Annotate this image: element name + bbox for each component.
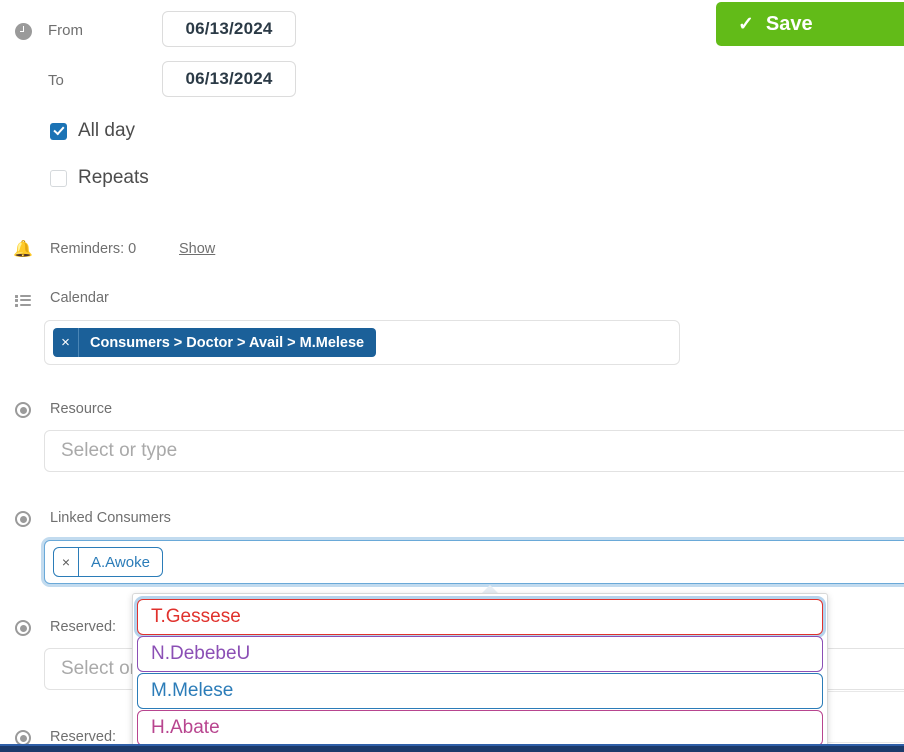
all-day-label: All day bbox=[78, 120, 136, 141]
dropdown-item-label: N.DebebeU bbox=[151, 643, 251, 664]
list-icon bbox=[12, 289, 34, 311]
save-button-label: Save bbox=[765, 12, 813, 35]
repeats-checkbox[interactable] bbox=[50, 169, 67, 187]
reminders-label: Reminders: 0 bbox=[50, 241, 137, 257]
bell-icon: 🔔 bbox=[13, 241, 33, 258]
linked-consumer-chip-label: A.Awoke bbox=[91, 553, 150, 571]
calendar-label: Calendar bbox=[50, 290, 109, 306]
calendar-chip-remove-icon[interactable]: × bbox=[53, 328, 79, 357]
calendar-field[interactable]: × Consumers > Doctor > Avail > M.Melese bbox=[44, 320, 680, 365]
row-divider bbox=[828, 691, 904, 692]
appointment-form-panel: ✓ Save From 06/13/2024 To 06/13/2024 All… bbox=[0, 0, 904, 752]
radio-icon-reserved-1 bbox=[12, 617, 34, 639]
resource-placeholder: Select or type bbox=[61, 440, 178, 461]
dropdown-item-label: M.Melese bbox=[151, 680, 234, 701]
to-label: To bbox=[48, 72, 64, 89]
calendar-chip-label: Consumers > Doctor > Avail > M.Melese bbox=[90, 334, 365, 351]
dropdown-item[interactable]: T.Gessese bbox=[137, 599, 823, 635]
reserved-2-label: Reserved: bbox=[50, 729, 117, 745]
row-divider bbox=[828, 742, 904, 743]
linked-consumers-label: Linked Consumers bbox=[50, 510, 171, 526]
dropdown-item[interactable]: M.Melese bbox=[137, 673, 823, 709]
calendar-chip[interactable]: × Consumers > Doctor > Avail > M.Melese bbox=[53, 328, 377, 357]
bottom-status-bar bbox=[0, 744, 904, 752]
radio-icon-linked-consumers bbox=[12, 508, 34, 530]
repeats-checkbox-row[interactable]: Repeats bbox=[50, 167, 149, 189]
reminders-show-link[interactable]: Show bbox=[179, 241, 215, 257]
dropdown-item-label: H.Abate bbox=[151, 717, 220, 738]
dropdown-item[interactable]: N.DebebeU bbox=[137, 636, 823, 672]
resource-input[interactable]: Select or type bbox=[44, 430, 904, 472]
all-day-checkbox[interactable] bbox=[50, 122, 67, 140]
dropdown-item[interactable]: H.Abate bbox=[137, 710, 823, 746]
linked-consumer-chip[interactable]: × A.Awoke bbox=[53, 547, 163, 577]
clock-icon bbox=[12, 20, 34, 42]
repeats-label: Repeats bbox=[78, 167, 149, 188]
resource-label: Resource bbox=[50, 401, 113, 417]
from-label: From bbox=[48, 22, 83, 39]
from-date-input[interactable]: 06/13/2024 bbox=[162, 11, 296, 47]
to-date-input[interactable]: 06/13/2024 bbox=[162, 61, 296, 97]
save-button[interactable]: ✓ Save bbox=[716, 2, 904, 46]
reserved-1-label: Reserved: bbox=[50, 619, 117, 635]
linked-consumers-input[interactable]: × A.Awoke bbox=[44, 540, 904, 584]
linked-consumer-chip-remove-icon[interactable]: × bbox=[54, 548, 79, 576]
radio-icon-resource bbox=[12, 399, 34, 421]
check-icon: ✓ bbox=[738, 13, 754, 35]
dropdown-item-label: T.Gessese bbox=[151, 606, 241, 627]
all-day-checkbox-row[interactable]: All day bbox=[50, 120, 135, 142]
consumer-suggestions-dropdown[interactable]: T.Gessese N.DebebeU M.Melese H.Abate bbox=[132, 593, 828, 752]
